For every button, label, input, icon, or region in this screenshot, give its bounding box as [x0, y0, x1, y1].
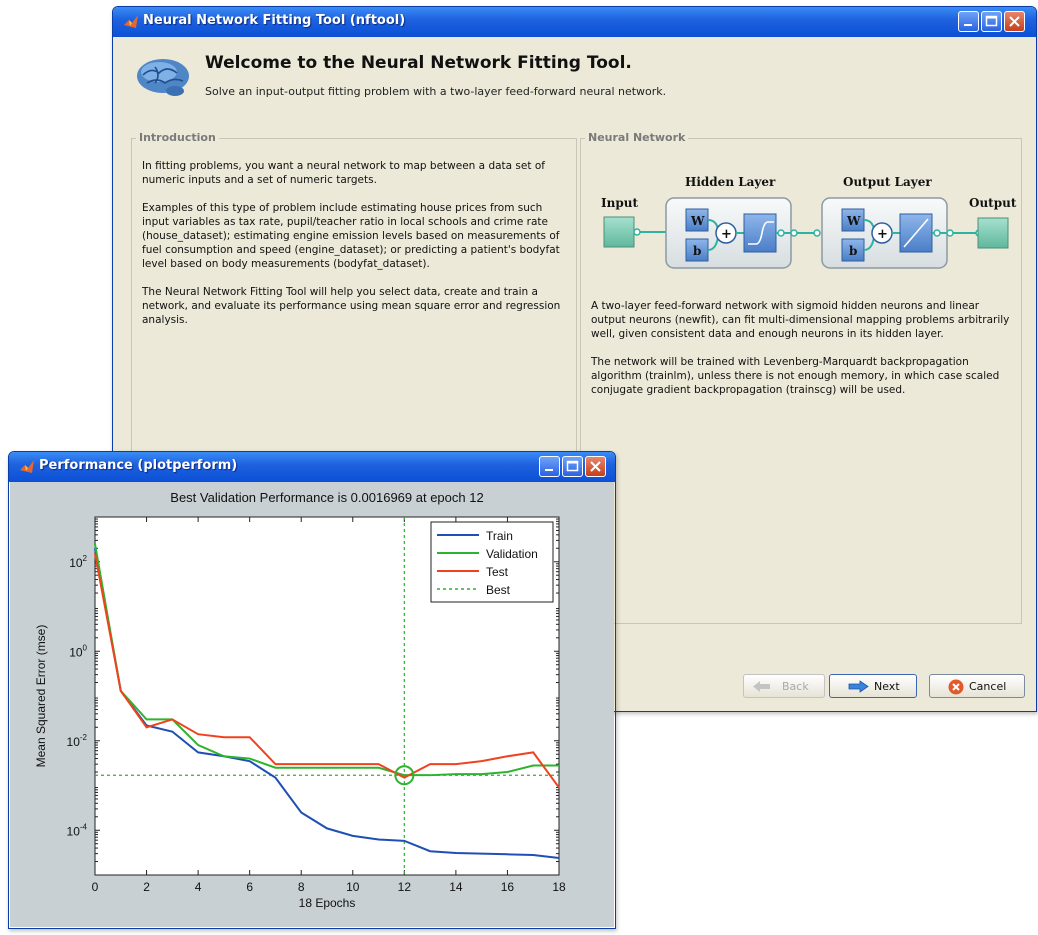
y-tick-label: 10-2 — [67, 733, 88, 749]
next-button[interactable]: Next — [829, 674, 917, 698]
x-tick-label: 4 — [195, 880, 202, 894]
matlab-logo-icon — [123, 14, 139, 34]
cancel-label: Cancel — [969, 680, 1007, 693]
nftool-titlebar[interactable]: Neural Network Fitting Tool (nftool) — [113, 7, 1036, 37]
nn-paragraph: A two-layer feed-forward network with si… — [591, 300, 1010, 340]
maximize-icon[interactable] — [981, 11, 1002, 32]
diagram-hidden-label: Hidden Layer — [685, 175, 776, 189]
performance-chart: Best Validation Performance is 0.0016969… — [34, 490, 566, 910]
performance-titlebar[interactable]: Performance (plotperform) — [9, 452, 615, 482]
intro-paragraph: The Neural Network Fitting Tool will hel… — [142, 286, 561, 326]
maximize-icon[interactable] — [562, 456, 583, 477]
output-sum-label: + — [877, 227, 888, 242]
performance-title: Performance (plotperform) — [39, 458, 238, 473]
network-diagram: Input Hidden Layer Output Layer Output W… — [601, 175, 1017, 269]
x-tick-label: 18 — [552, 880, 566, 894]
hidden-w-label: W — [690, 214, 705, 228]
output-node — [977, 217, 1009, 249]
x-tick-label: 2 — [143, 880, 150, 894]
cancel-button[interactable]: Cancel — [929, 674, 1025, 698]
output-b-label: b — [849, 244, 857, 258]
next-arrow-icon — [847, 680, 869, 696]
legend-label: Train — [486, 529, 513, 543]
nn-paragraph: The network will be trained with Levenbe… — [591, 356, 1000, 396]
matlab-logo-icon — [19, 459, 35, 479]
close-icon[interactable] — [1004, 11, 1025, 32]
window-title: Neural Network Fitting Tool (nftool) — [143, 13, 406, 28]
x-axis-label: 18 Epochs — [299, 896, 356, 910]
y-tick-label: 102 — [69, 554, 87, 570]
x-tick-label: 6 — [246, 880, 253, 894]
brain-icon — [135, 55, 193, 105]
chart-legend: Train Validation Test Best — [430, 521, 554, 603]
minimize-icon[interactable] — [539, 456, 560, 477]
intro-paragraph: In fitting problems, you want a neural n… — [142, 160, 545, 186]
chart-title: Best Validation Performance is 0.0016969… — [170, 490, 483, 505]
y-axis-label: Mean Squared Error (mse) — [34, 625, 48, 768]
back-button[interactable]: Back — [743, 674, 825, 698]
minimize-icon[interactable] — [958, 11, 979, 32]
cancel-icon — [948, 679, 964, 698]
hidden-b-label: b — [693, 244, 701, 258]
input-node — [603, 216, 635, 248]
neural-network-group: Neural Network Input Hidden Layer Output… — [580, 131, 1022, 624]
y-tick-label: 100 — [69, 643, 87, 659]
close-icon[interactable] — [585, 456, 606, 477]
x-tick-label: 14 — [449, 880, 463, 894]
legend-label: Validation — [486, 547, 538, 561]
intro-paragraph: Examples of this type of problem include… — [142, 202, 560, 270]
diagram-output-label: Output — [969, 196, 1017, 210]
next-label: Next — [874, 680, 900, 693]
legend-label: Best — [486, 583, 511, 597]
x-tick-label: 8 — [298, 880, 305, 894]
output-w-label: W — [846, 214, 861, 228]
diagram-input-label: Input — [601, 196, 638, 210]
performance-window: Performance (plotperform) Best Validatio… — [8, 451, 616, 929]
header-subtitle: Solve an input-output fitting problem wi… — [205, 85, 667, 98]
figure-background: Best Validation Performance is 0.0016969… — [10, 482, 614, 927]
back-arrow-icon — [752, 680, 772, 696]
back-label: Back — [782, 680, 809, 693]
introduction-legend: Introduction — [136, 131, 219, 144]
x-tick-label: 12 — [398, 880, 412, 894]
legend-label: Test — [486, 565, 509, 579]
neural-network-legend: Neural Network — [585, 131, 689, 144]
x-tick-label: 0 — [92, 880, 99, 894]
x-tick-label: 16 — [501, 880, 515, 894]
neural-network-text: A two-layer feed-forward network with si… — [591, 299, 1011, 411]
x-tick-label: 10 — [346, 880, 360, 894]
y-tick-label: 10-4 — [67, 822, 88, 838]
hidden-sum-label: + — [721, 227, 732, 242]
introduction-text: In fitting problems, you want a neural n… — [142, 159, 567, 341]
header-title: Welcome to the Neural Network Fitting To… — [205, 53, 632, 73]
sigmoid-transfer-icon — [743, 213, 777, 253]
diagram-output-layer-label: Output Layer — [843, 175, 932, 189]
